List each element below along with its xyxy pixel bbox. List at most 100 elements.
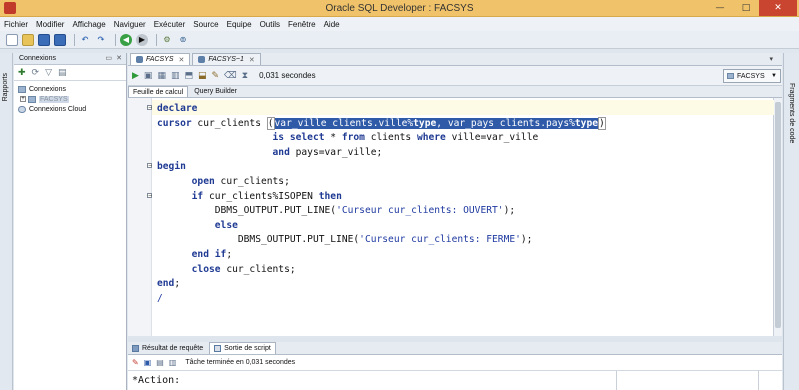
code-token: cur_clients xyxy=(191,117,267,129)
code-line: end if; xyxy=(157,248,606,263)
close-tab-icon[interactable]: ✕ xyxy=(179,56,185,64)
code-line: / xyxy=(157,292,606,307)
menu-naviguer[interactable]: Naviguer xyxy=(114,20,146,29)
fold-icon[interactable]: − xyxy=(147,193,152,199)
execution-time: 0,031 secondes xyxy=(259,71,316,80)
code-editor[interactable]: − − − declare cursor cur_clients (var_vil… xyxy=(128,98,774,336)
database-icon xyxy=(727,73,734,79)
commit-icon[interactable]: ⬒ xyxy=(184,71,193,81)
menu-source[interactable]: Source xyxy=(193,20,218,29)
code-token: ; xyxy=(174,278,181,290)
minimize-button[interactable]: — xyxy=(707,0,733,16)
script-icon xyxy=(214,345,222,352)
code-token: 'Curseur cur_clients: OUVERT' xyxy=(336,205,504,217)
code-token: open xyxy=(191,175,215,187)
scrollbar-thumb[interactable] xyxy=(775,102,781,328)
refresh-icon[interactable]: ⟳ xyxy=(32,68,40,78)
code-token: * xyxy=(324,132,342,144)
save-icon[interactable] xyxy=(38,33,50,46)
divider xyxy=(758,371,759,390)
connect-icon[interactable]: ⚙ xyxy=(161,34,173,46)
code-token: clients xyxy=(364,132,417,144)
document-tabs: FACSYS ✕ FACSYS~1 ✕ xyxy=(128,53,782,66)
code-token: cur_clients; xyxy=(220,263,296,275)
autotrace-icon[interactable]: ▦ xyxy=(157,71,166,81)
menu-affichage[interactable]: Affichage xyxy=(72,20,105,29)
tab-query-builder[interactable]: Query Builder xyxy=(190,86,241,97)
expand-icon[interactable]: + xyxy=(20,96,26,102)
editor-scrollbar[interactable] xyxy=(774,98,782,336)
code-text: declare cursor cur_clients (var_ville cli… xyxy=(157,102,606,306)
back-icon[interactable]: ◀ xyxy=(120,33,132,46)
title-bar: Oracle SQL Developer : FACSYS — □ ✕ xyxy=(0,0,799,17)
output-toolbar: ✎ ▣ ▤ ▥ Tâche terminée en 0,031 secondes xyxy=(128,355,782,371)
clear-output-icon[interactable]: ▥ xyxy=(169,358,177,367)
menu-fichier[interactable]: Fichier xyxy=(4,20,28,29)
undo-icon[interactable]: ↶ xyxy=(79,34,91,46)
menu-fenetre[interactable]: Fenêtre xyxy=(288,20,316,29)
open-folder-icon[interactable] xyxy=(22,33,34,46)
code-token: cur_clients%ISOPEN xyxy=(203,190,319,202)
code-line: cursor cur_clients (var_ville clients.vi… xyxy=(157,116,606,132)
history-icon[interactable]: ⧗ xyxy=(242,71,248,81)
fold-icon[interactable]: − xyxy=(147,163,152,169)
menu-aide[interactable]: Aide xyxy=(324,20,340,29)
tab-resultat-de-requete[interactable]: Résultat de requête xyxy=(128,342,207,354)
connections-toolbar: ✚ ⟳ ▽ ▤ xyxy=(14,65,126,81)
maximize-button[interactable]: □ xyxy=(733,0,759,16)
sql-tuning-icon[interactable]: ✎ xyxy=(212,71,220,81)
tab-feuille-de-calcul[interactable]: Feuille de calcul xyxy=(128,86,189,97)
code-line: DBMS_OUTPUT.PUT_LINE('Curseur cur_client… xyxy=(157,233,606,248)
pin-icon[interactable]: ✎ xyxy=(132,358,139,367)
close-tab-icon[interactable]: ✕ xyxy=(249,56,255,64)
tree-item-facsys[interactable]: + FACSYS xyxy=(18,94,122,104)
code-token: close xyxy=(191,263,221,275)
forward-icon[interactable]: ▶ xyxy=(136,33,148,46)
schema-browser-icon[interactable]: ▤ xyxy=(58,68,67,78)
redo-icon[interactable]: ↷ xyxy=(95,34,107,46)
code-fragments-tab[interactable]: Fragments de code xyxy=(788,83,795,143)
menu-equipe[interactable]: Equipe xyxy=(227,20,252,29)
minimize-panel-icon[interactable]: ▭ xyxy=(105,54,112,62)
add-connection-icon[interactable]: ✚ xyxy=(18,68,26,78)
save-all-icon[interactable] xyxy=(54,33,66,46)
close-button[interactable]: ✕ xyxy=(759,0,797,16)
connections-panel: Connexions ▭ ✕ ✚ ⟳ ▽ ▤ Connexions + FACS… xyxy=(14,53,127,390)
code-line: if cur_clients%ISOPEN then xyxy=(157,190,606,205)
code-token: from xyxy=(341,132,365,144)
tab-facsys-1[interactable]: FACSYS~1 ✕ xyxy=(192,53,261,65)
explain-plan-icon[interactable]: ▥ xyxy=(171,71,180,81)
rollback-icon[interactable]: ⬓ xyxy=(198,71,207,81)
new-file-icon[interactable] xyxy=(6,33,18,46)
code-line: DBMS_OUTPUT.PUT_LINE('Curseur cur_client… xyxy=(157,204,606,219)
menu-executer[interactable]: Exécuter xyxy=(154,20,186,29)
tab-list-dropdown-icon[interactable]: ▾ xyxy=(769,55,773,63)
clear-icon[interactable]: ⌫ xyxy=(224,71,237,81)
save-output-icon[interactable]: ▣ xyxy=(144,358,152,367)
tab-facsys[interactable]: FACSYS ✕ xyxy=(130,53,191,65)
left-side-tabs: Rapports xyxy=(0,53,13,390)
binoculars-icon[interactable]: ⊚ xyxy=(177,34,189,46)
code-line: close cur_clients; xyxy=(157,263,606,278)
code-token: 'Curseur cur_clients: FERME' xyxy=(359,234,521,246)
close-panel-icon[interactable]: ✕ xyxy=(116,54,122,62)
reports-tab[interactable]: Rapports xyxy=(2,73,9,101)
menu-modifier[interactable]: Modifier xyxy=(36,20,64,29)
print-icon[interactable]: ▤ xyxy=(156,358,164,367)
menu-outils[interactable]: Outils xyxy=(260,20,280,29)
code-token: end xyxy=(157,278,175,290)
script-output[interactable]: *Action: xyxy=(128,371,782,390)
filter-icon[interactable]: ▽ xyxy=(45,68,52,78)
worksheet-subtabs: Feuille de calcul Query Builder xyxy=(128,86,782,98)
run-statement-icon[interactable]: ▶ xyxy=(132,71,139,81)
cloud-icon xyxy=(18,105,26,113)
connection-select[interactable]: FACSYS ▼ xyxy=(723,69,781,83)
code-token: else xyxy=(214,219,238,231)
tree-item-connexions[interactable]: Connexions xyxy=(18,84,122,94)
tab-sortie-de-script[interactable]: Sortie de script xyxy=(209,342,276,354)
tree-item-connexions-cloud[interactable]: Connexions Cloud xyxy=(18,104,122,114)
run-script-icon[interactable]: ▣ xyxy=(144,71,153,81)
